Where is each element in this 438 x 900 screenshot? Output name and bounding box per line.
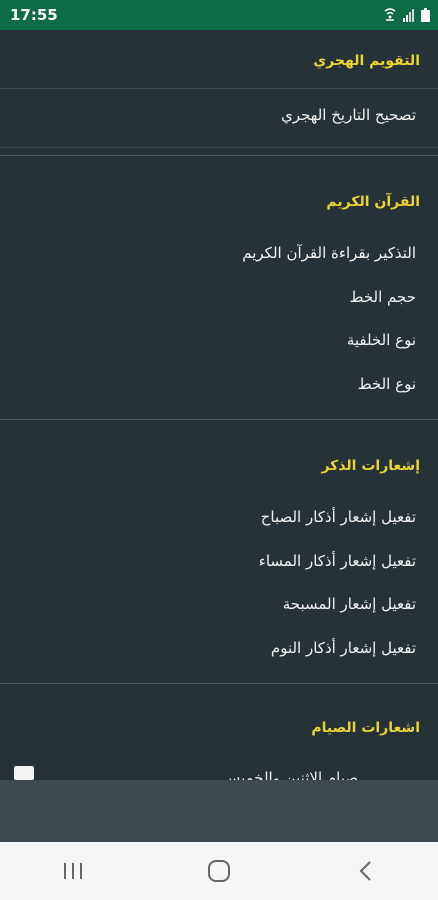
section-title-dhikr: إشعارات الذكر — [321, 458, 420, 474]
sleep-adhkar-item[interactable]: تفعيل إشعار أذكار النوم — [271, 639, 416, 657]
status-time: 17:55 — [10, 6, 58, 24]
font-size-item[interactable]: حجم الخط — [350, 288, 416, 306]
section-title-fasting: اشعارات الصيام — [311, 720, 420, 736]
divider — [0, 155, 438, 156]
status-icons — [383, 8, 430, 22]
morning-adhkar-item[interactable]: تفعيل إشعار أذكار الصباح — [261, 508, 416, 526]
home-icon — [208, 860, 230, 882]
recent-apps-button[interactable] — [43, 851, 103, 891]
section-title-hijri: التقويم الهجري — [313, 53, 420, 69]
battery-icon — [421, 8, 430, 22]
divider — [0, 419, 438, 420]
back-button[interactable] — [335, 851, 395, 891]
back-icon — [359, 861, 371, 881]
checkbox[interactable] — [14, 766, 34, 780]
settings-list: التقويم الهجري تصحيح التاريخ الهجري القر… — [0, 30, 438, 780]
font-type-item[interactable]: نوع الخط — [358, 375, 416, 393]
background-type-item[interactable]: نوع الخلفية — [347, 331, 416, 349]
section-title-quran: القرآن الكريم — [326, 194, 420, 210]
navigation-bar — [0, 842, 438, 900]
wifi-calling-icon — [384, 8, 396, 21]
bottom-panel — [0, 780, 438, 842]
monday-thursday-item[interactable]: صيام الاثنين والخميس — [222, 769, 358, 780]
evening-adhkar-item[interactable]: تفعيل إشعار أذكار المساء — [259, 552, 416, 570]
signal-icon — [403, 9, 414, 22]
divider — [0, 683, 438, 684]
quran-reminder-item[interactable]: التذكير بقراءة القرآن الكريم — [242, 244, 416, 262]
recent-apps-icon — [64, 863, 82, 879]
home-button[interactable] — [189, 851, 249, 891]
tasbeeh-item[interactable]: تفعيل إشعار المسبحة — [283, 595, 416, 613]
status-bar: 17:55 — [0, 0, 438, 30]
hijri-correction-item[interactable]: تصحيح التاريخ الهجري — [281, 106, 416, 124]
